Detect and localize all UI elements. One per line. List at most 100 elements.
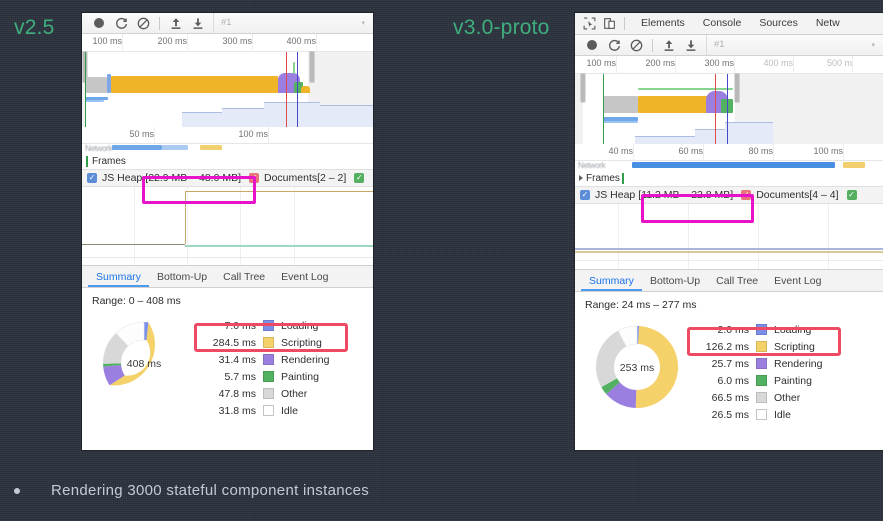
checkbox-checked-icon[interactable]: ✓ xyxy=(846,190,857,200)
legend-swatch-rendering xyxy=(263,354,274,365)
legend-swatch-painting xyxy=(756,375,767,386)
drawer-tabs-right[interactable]: Summary Bottom-Up Call Tree Event Log xyxy=(575,269,883,292)
legend-row-loading-right: 2.0 ms Loading xyxy=(693,321,822,338)
record-circle-icon[interactable] xyxy=(581,37,603,54)
checkbox-checked-icon[interactable]: ✓ xyxy=(580,190,590,200)
counter-documents-right[interactable]: ✓ Documents [4 – 4] xyxy=(741,189,839,201)
counter-label: Documents xyxy=(264,172,318,184)
counters-strip-right[interactable]: ✓ JS Heap [11.2 MB – 22.8 MB] ✓ Document… xyxy=(575,186,883,204)
record-circle-icon[interactable] xyxy=(88,15,110,32)
version-label-right: v3.0-proto xyxy=(453,16,550,39)
network-track-row-right[interactable]: Network xyxy=(575,161,883,172)
legend-value: 126.2 ms xyxy=(705,340,749,353)
counter-js-heap-right[interactable]: ✓ JS Heap [11.2 MB – 22.8 MB] xyxy=(580,189,733,201)
frames-track-row-left[interactable]: Frames xyxy=(82,155,373,169)
overview-handle-right[interactable] xyxy=(735,74,739,102)
download-arrow-icon[interactable] xyxy=(680,37,702,54)
legend-value: 5.7 ms xyxy=(224,370,256,383)
clear-icon[interactable] xyxy=(132,15,154,32)
tab-bottom-up-left[interactable]: Bottom-Up xyxy=(149,271,215,287)
reload-icon[interactable] xyxy=(603,37,625,54)
reload-icon[interactable] xyxy=(110,15,132,32)
legend-row-idle-left: 31.8 ms Idle xyxy=(200,402,329,419)
overview-canvas-left[interactable] xyxy=(82,52,373,127)
checkbox-checked-icon[interactable]: ✓ xyxy=(87,173,97,183)
tab-elements[interactable]: Elements xyxy=(632,13,694,34)
tab-event-log-right[interactable]: Event Log xyxy=(766,275,829,291)
timeline-filter-input[interactable]: #1 xyxy=(213,13,361,33)
legend-row-rendering-right: 25.7 ms Rendering xyxy=(693,355,823,372)
legend-label: Painting xyxy=(281,370,319,383)
tab-call-tree-right[interactable]: Call Tree xyxy=(708,275,766,291)
tab-network[interactable]: Netw xyxy=(807,13,849,34)
counters-graph-left[interactable] xyxy=(82,187,373,265)
tab-console[interactable]: Console xyxy=(694,13,751,34)
tab-event-log-left[interactable]: Event Log xyxy=(273,271,336,287)
frame-marker xyxy=(86,155,88,167)
clear-icon[interactable] xyxy=(625,37,647,54)
ruler-tick: 60 ms xyxy=(678,146,703,156)
overview-handle-right[interactable] xyxy=(310,52,314,82)
counter-label: JS Heap xyxy=(102,172,143,184)
counter-nodes-left[interactable]: ✓ xyxy=(354,173,369,183)
legend-value: 7.0 ms xyxy=(224,319,256,332)
donut-chart-right: 253 ms xyxy=(581,315,693,420)
tab-sources[interactable]: Sources xyxy=(750,13,807,34)
device-toolbar-icon[interactable] xyxy=(600,16,619,32)
chevron-down-icon[interactable]: ▾ xyxy=(871,41,877,49)
ruler-tick: 50 ms xyxy=(129,129,154,139)
counters-strip-left[interactable]: ✓ JS Heap [22.9 MB – 48.0 MB] ✓ Document… xyxy=(82,169,373,187)
frames-track-row-right[interactable]: Frames xyxy=(575,172,883,186)
legend-swatch-scripting xyxy=(756,341,767,352)
frame-marker xyxy=(621,172,624,184)
inspect-element-icon[interactable] xyxy=(580,16,599,32)
counter-documents-left[interactable]: ✓ Documents [2 – 2] xyxy=(249,172,346,184)
checkbox-checked-icon[interactable]: ✓ xyxy=(741,190,752,200)
timeline-overview-right[interactable]: 100 ms 200 ms 300 ms 400 ms 500 m xyxy=(575,56,883,144)
counter-nodes-right[interactable]: ✓ xyxy=(846,190,862,200)
legend-label: Loading xyxy=(774,323,812,336)
legend-value: 47.8 ms xyxy=(218,387,256,400)
legend-label: Scripting xyxy=(281,336,322,349)
timeline-filter-input[interactable]: #1 xyxy=(706,35,871,55)
counter-label: Documents xyxy=(756,189,810,201)
tab-call-tree-left[interactable]: Call Tree xyxy=(215,271,273,287)
tracks-right[interactable]: Network Frames xyxy=(575,161,883,186)
counter-value: [2 – 2] xyxy=(317,172,347,184)
legend-label: Idle xyxy=(281,404,298,417)
detail-ruler-left: 50 ms 100 ms xyxy=(82,127,373,144)
legend-value: 66.5 ms xyxy=(711,391,749,404)
tab-summary-right[interactable]: Summary xyxy=(581,275,642,291)
tracks-left[interactable]: Network Frames xyxy=(82,144,373,169)
overview-canvas-right[interactable] xyxy=(575,74,883,144)
timeline-toolbar-left: #1 ▾ xyxy=(82,13,373,34)
range-label-right: Range: 24 ms – 277 ms xyxy=(585,299,697,311)
upload-arrow-icon[interactable] xyxy=(165,15,187,32)
summary-body-right: 253 ms 2.0 ms Loading 126.2 ms Scripting… xyxy=(575,315,883,423)
overview-handle-left[interactable] xyxy=(581,74,585,102)
timeline-toolbar-right: #1 ▾ xyxy=(575,35,883,56)
tab-summary-left[interactable]: Summary xyxy=(88,271,149,287)
timeline-overview-left[interactable]: 100 ms 200 ms 300 ms 400 ms xyxy=(82,34,373,127)
tab-bottom-up-right[interactable]: Bottom-Up xyxy=(642,275,708,291)
legend-value: 31.8 ms xyxy=(218,404,256,417)
checkbox-checked-icon[interactable]: ✓ xyxy=(354,173,365,183)
drawer-tabs-left[interactable]: Summary Bottom-Up Call Tree Event Log xyxy=(82,265,373,288)
ruler-tick: 80 ms xyxy=(748,146,773,156)
frames-track-label: Frames xyxy=(586,173,620,184)
download-arrow-icon[interactable] xyxy=(187,15,209,32)
legend-value: 284.5 ms xyxy=(212,336,256,349)
legend-label: Rendering xyxy=(281,353,330,366)
counters-graph-right[interactable] xyxy=(575,204,883,269)
devtools-tabbar-right[interactable]: Elements Console Sources Netw xyxy=(575,13,883,35)
ruler-tick: 300 ms xyxy=(704,58,734,68)
network-track-row-left[interactable]: Network xyxy=(82,144,373,155)
slide-caption: Rendering 3000 stateful component instan… xyxy=(14,482,369,499)
chevron-down-icon[interactable]: ▾ xyxy=(361,19,367,27)
checkbox-checked-icon[interactable]: ✓ xyxy=(249,173,259,183)
expand-triangle-icon[interactable] xyxy=(579,175,583,182)
upload-arrow-icon[interactable] xyxy=(658,37,680,54)
legend-value: 31.4 ms xyxy=(218,353,256,366)
counter-js-heap-left[interactable]: ✓ JS Heap [22.9 MB – 48.0 MB] xyxy=(87,172,241,184)
legend-swatch-idle xyxy=(263,405,274,416)
